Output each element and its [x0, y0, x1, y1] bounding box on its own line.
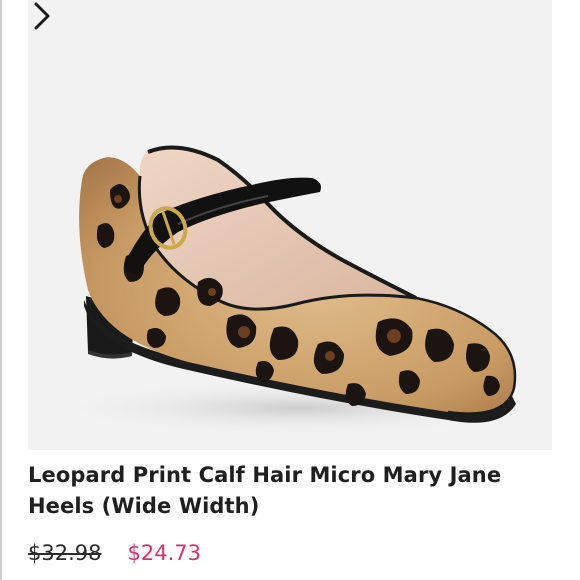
product-title[interactable]: Leopard Print Calf Hair Micro Mary Jane … — [28, 460, 548, 522]
product-image-carousel[interactable] — [28, 0, 552, 450]
sale-price: $24.73 — [127, 541, 201, 565]
product-image — [48, 145, 548, 436]
left-divider — [0, 0, 2, 580]
chevron-right-icon[interactable] — [28, 0, 56, 32]
original-price: $32.98 — [28, 541, 102, 565]
product-listing: Leopard Print Calf Hair Micro Mary Jane … — [0, 0, 580, 580]
price-row: $32.98 $24.73 — [28, 537, 201, 569]
